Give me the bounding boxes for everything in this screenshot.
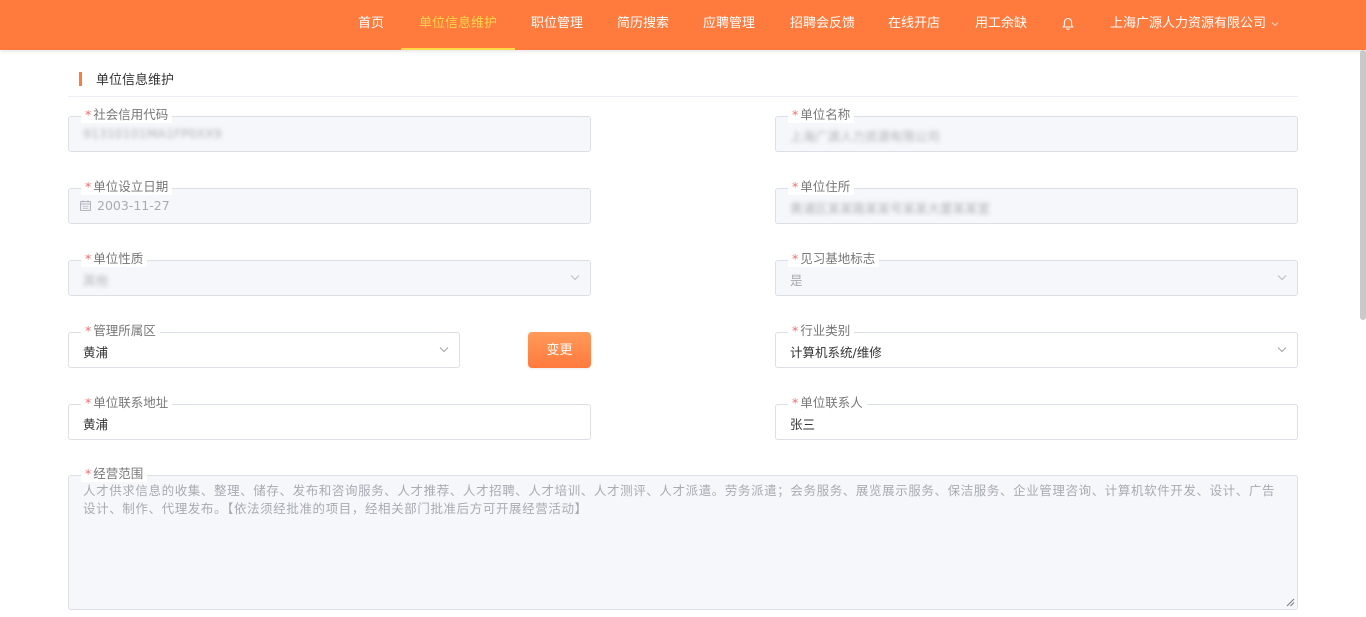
required-mark: * (85, 466, 92, 481)
industry-label: * 行业类别 (788, 323, 855, 339)
internship-base-label: * 见习基地标志 (788, 251, 880, 267)
unit-name-field: * 单位名称 上海广源人力资源有限公司 (775, 107, 1298, 152)
contact-address-input[interactable]: * 单位联系地址 黄浦 (68, 395, 591, 440)
required-mark: * (792, 395, 799, 410)
contact-person-input[interactable]: * 单位联系人 张三 (775, 395, 1298, 440)
chevron-down-icon (1277, 275, 1287, 281)
unit-name-value: 上海广源人力资源有限公司 (790, 129, 941, 144)
nav-item-position-management[interactable]: 职位管理 (531, 0, 583, 50)
required-mark: * (85, 323, 92, 338)
nav-item-online-store[interactable]: 在线开店 (888, 0, 940, 50)
section-header: 单位信息维护 (68, 62, 1298, 97)
company-account-menu[interactable]: 上海广源人力资源有限公司 (1110, 0, 1266, 50)
section-accent-bar (79, 72, 82, 86)
internship-base-value: 是 (790, 273, 803, 288)
nav-item-home[interactable]: 首页 (358, 0, 384, 50)
unit-nature-value: 其他 (83, 273, 109, 288)
contact-address-label: * 单位联系地址 (81, 395, 173, 411)
required-mark: * (85, 179, 92, 194)
nav-item-job-fair-feedback[interactable]: 招聘会反馈 (790, 0, 855, 50)
chevron-down-icon (1277, 347, 1287, 353)
district-label: * 管理所属区 (81, 323, 160, 339)
active-tab-underline (401, 48, 516, 50)
page-scrollbar[interactable] (1360, 50, 1366, 320)
bell-icon[interactable] (1062, 17, 1074, 31)
unit-address-value: 黄浦区某某路某某号某某大厦某某室 (790, 201, 991, 216)
resize-handle-icon[interactable] (1286, 598, 1295, 607)
chevron-down-icon (439, 347, 449, 353)
contact-person-label: * 单位联系人 (788, 395, 867, 411)
chevron-down-icon[interactable] (1271, 21, 1279, 27)
unit-nature-select: * 单位性质 其他 (68, 251, 591, 296)
unit-address-label: * 单位住所 (788, 179, 855, 195)
business-scope-textarea: * 经营范围 人才供求信息的收集、整理、储存、发布和咨询服务、人才推荐、人才招聘、… (68, 466, 1298, 610)
required-mark: * (792, 323, 799, 338)
change-district-button[interactable]: 变更 (528, 332, 591, 368)
industry-value: 计算机系统/维修 (790, 345, 882, 360)
industry-select[interactable]: * 行业类别 计算机系统/维修 (775, 323, 1298, 368)
calendar-icon (80, 200, 91, 211)
contact-person-value: 张三 (790, 417, 816, 432)
business-scope-value: 人才供求信息的收集、整理、储存、发布和咨询服务、人才推荐、人才招聘、人才培训、人… (83, 483, 1276, 516)
nav-item-labor-surplus[interactable]: 用工余缺 (975, 0, 1027, 50)
required-mark: * (85, 395, 92, 410)
business-scope-label: * 经营范围 (81, 466, 148, 482)
required-mark: * (85, 107, 92, 122)
nav-item-label: 单位信息维护 (419, 16, 498, 31)
established-date-field: * 单位设立日期 2003-11-27 (68, 179, 591, 224)
top-navigation-bar: 首页 单位信息维护 职位管理 简历搜索 应聘管理 招聘会反馈 在线开店 用工余缺… (0, 0, 1366, 50)
chevron-down-icon (570, 275, 580, 281)
established-date-label: * 单位设立日期 (81, 179, 173, 195)
unit-address-field: * 单位住所 黄浦区某某路某某号某某大厦某某室 (775, 179, 1298, 224)
nav-item-resume-search[interactable]: 简历搜索 (617, 0, 669, 50)
required-mark: * (792, 179, 799, 194)
credit-code-value: 91310101MA1FP0XX9 (83, 126, 222, 141)
internship-base-select: * 见习基地标志 是 (775, 251, 1298, 296)
contact-address-value: 黄浦 (83, 417, 109, 432)
credit-code-label: * 社会信用代码 (81, 107, 173, 123)
established-date-value: 2003-11-27 (97, 198, 170, 213)
required-mark: * (85, 251, 92, 266)
required-mark: * (792, 251, 799, 266)
unit-name-label: * 单位名称 (788, 107, 855, 123)
nav-item-unit-info[interactable]: 单位信息维护 (401, 0, 516, 50)
district-value: 黄浦 (83, 345, 109, 360)
district-select[interactable]: * 管理所属区 黄浦 (68, 323, 460, 368)
required-mark: * (792, 107, 799, 122)
credit-code-field: * 社会信用代码 91310101MA1FP0XX9 (68, 107, 591, 152)
nav-item-application-management[interactable]: 应聘管理 (703, 0, 755, 50)
unit-nature-label: * 单位性质 (81, 251, 148, 267)
section-title: 单位信息维护 (96, 73, 175, 88)
